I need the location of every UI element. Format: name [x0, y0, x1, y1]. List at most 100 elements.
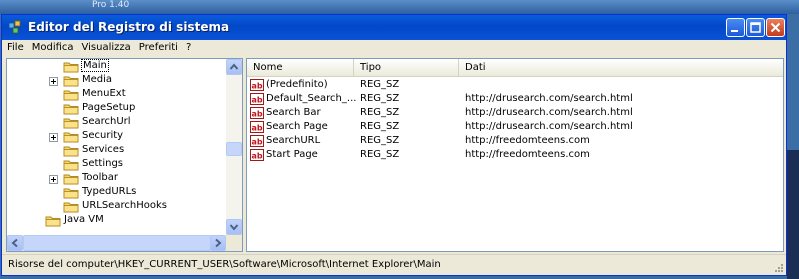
folder-icon: [63, 160, 79, 171]
close-button[interactable]: [766, 18, 785, 37]
value-type: REG_SZ: [360, 121, 400, 132]
menu-modifica[interactable]: Modifica: [28, 40, 78, 53]
svg-text:ab: ab: [252, 82, 263, 91]
values-list-pane[interactable]: Nome Tipo Dati ab (Predefinito) REG_SZ ab De…: [246, 58, 784, 252]
value-data: http://freedomteens.com: [465, 149, 590, 160]
registry-editor-window: Editor del Registro di sistema File Modif…: [1, 14, 787, 276]
close-icon: [770, 22, 781, 33]
folder-icon: [63, 90, 79, 101]
value-name: Search Bar: [266, 107, 321, 118]
key-tree-pane[interactable]: Main Media MenuExt PageSetup SearchUrl Securi…: [6, 58, 243, 252]
tree-item-label: Services: [82, 144, 125, 155]
svg-text:ab: ab: [252, 152, 263, 161]
status-bar: Risorse del computer\HKEY_CURRENT_USER\S…: [2, 254, 786, 275]
value-row[interactable]: ab Search Bar REG_SZ http://drusearch.com/s…: [247, 106, 783, 121]
folder-icon: [63, 146, 79, 157]
value-row[interactable]: ab (Predefinito) REG_SZ: [247, 78, 783, 93]
tree-item-label: SearchUrl: [82, 116, 131, 127]
menu-preferiti[interactable]: Preferiti: [135, 40, 182, 53]
tree-item-label: Toolbar: [82, 172, 119, 183]
value-data: http://drusearch.com/search.html: [465, 93, 633, 104]
value-row[interactable]: ab SearchURL REG_SZ http://freedomteens.com: [247, 134, 783, 149]
value-type: REG_SZ: [360, 79, 400, 90]
desktop-edge: [787, 150, 799, 279]
expand-toggle-icon[interactable]: [49, 175, 58, 184]
regedit-icon: [8, 20, 21, 34]
value-name: Start Page: [266, 149, 318, 160]
desktop-background: Pro 1.40: [0, 0, 799, 14]
tree-item-label: TypedURLs: [82, 186, 137, 197]
expand-toggle-icon[interactable]: [49, 77, 58, 86]
value-name: SearchURL: [266, 135, 321, 146]
scroll-left-button[interactable]: [7, 235, 23, 251]
svg-text:ab: ab: [252, 96, 263, 105]
title-bar[interactable]: Editor del Registro di sistema: [2, 15, 786, 40]
value-type: REG_SZ: [360, 135, 400, 146]
value-name: Search Page: [266, 121, 328, 132]
status-path: Risorse del computer\HKEY_CURRENT_USER\S…: [8, 259, 441, 270]
scrollbar-corner: [226, 235, 242, 251]
string-value-icon: ab: [250, 93, 264, 105]
folder-icon: [63, 62, 79, 73]
scroll-up-button[interactable]: [226, 59, 242, 75]
folder-icon: [63, 104, 79, 115]
folder-icon: [45, 216, 61, 227]
desktop-caption: Pro 1.40: [92, 0, 130, 10]
svg-text:ab: ab: [252, 110, 263, 119]
column-header-type[interactable]: Tipo: [354, 59, 459, 76]
minimize-icon: [731, 30, 738, 32]
value-type: REG_SZ: [360, 93, 400, 104]
value-type: REG_SZ: [360, 149, 400, 160]
value-data: http://drusearch.com/search.html: [465, 121, 633, 132]
tree-vscroll-thumb[interactable]: [226, 142, 242, 156]
value-name: (Predefinito): [266, 79, 328, 90]
tree-item-label: MenuExt: [82, 88, 126, 99]
arrow-right-icon: [215, 238, 222, 248]
folder-icon: [63, 132, 79, 143]
tree-item-label: Media: [82, 74, 113, 85]
value-data: http://drusearch.com/search.html: [465, 107, 633, 118]
maximize-icon: [750, 22, 761, 33]
minimize-button[interactable]: [726, 18, 745, 37]
menu-file[interactable]: File: [2, 40, 28, 53]
scroll-right-button[interactable]: [210, 235, 226, 251]
value-name: Default_Search_...: [266, 93, 357, 104]
tree-item-label: Security: [82, 130, 124, 141]
menu-bar: File Modifica Visualizza Preferiti?: [2, 40, 786, 57]
expand-toggle-icon[interactable]: [49, 133, 58, 142]
maximize-button[interactable]: [746, 18, 765, 37]
folder-icon: [63, 202, 79, 213]
resize-grip-icon[interactable]: [772, 261, 784, 273]
list-header: Nome Tipo Dati: [247, 59, 783, 77]
svg-text:ab: ab: [252, 124, 263, 133]
value-row[interactable]: ab Start Page REG_SZ http://freedomteens.co…: [247, 148, 783, 163]
value-row[interactable]: ab Default_Search_... REG_SZ http://drusear…: [247, 92, 783, 107]
arrow-down-icon: [229, 224, 239, 231]
column-header-name[interactable]: Nome: [247, 59, 354, 76]
window-title: Editor del Registro di sistema: [28, 20, 230, 34]
folder-icon: [63, 188, 79, 199]
folder-icon: [63, 118, 79, 129]
tree-item-label: PageSetup: [82, 102, 136, 113]
tree-item-label: URLSearchHooks: [82, 200, 167, 211]
scroll-down-button[interactable]: [226, 219, 242, 235]
value-row[interactable]: ab Search Page REG_SZ http://drusearch.com/…: [247, 120, 783, 135]
string-value-icon: ab: [250, 107, 264, 119]
tree-item-label: Java VM: [64, 214, 104, 225]
column-header-data[interactable]: Dati: [459, 59, 783, 76]
arrow-up-icon: [229, 63, 239, 70]
tree-horizontal-scrollbar[interactable]: [7, 235, 226, 251]
tree-hscroll-thumb[interactable]: [23, 235, 211, 251]
value-data: http://freedomteens.com: [465, 135, 590, 146]
folder-icon: [63, 174, 79, 185]
string-value-icon: ab: [250, 121, 264, 133]
value-type: REG_SZ: [360, 107, 400, 118]
string-value-icon: ab: [250, 79, 264, 91]
folder-icon: [63, 76, 79, 87]
tree-item-label: Main: [81, 59, 109, 72]
menu-help[interactable]: ?: [182, 40, 195, 53]
tree-item-label: Settings: [82, 158, 124, 169]
tree-vertical-scrollbar[interactable]: [226, 59, 242, 235]
menu-visualizza[interactable]: Visualizza: [78, 40, 135, 53]
string-value-icon: ab: [250, 135, 264, 147]
